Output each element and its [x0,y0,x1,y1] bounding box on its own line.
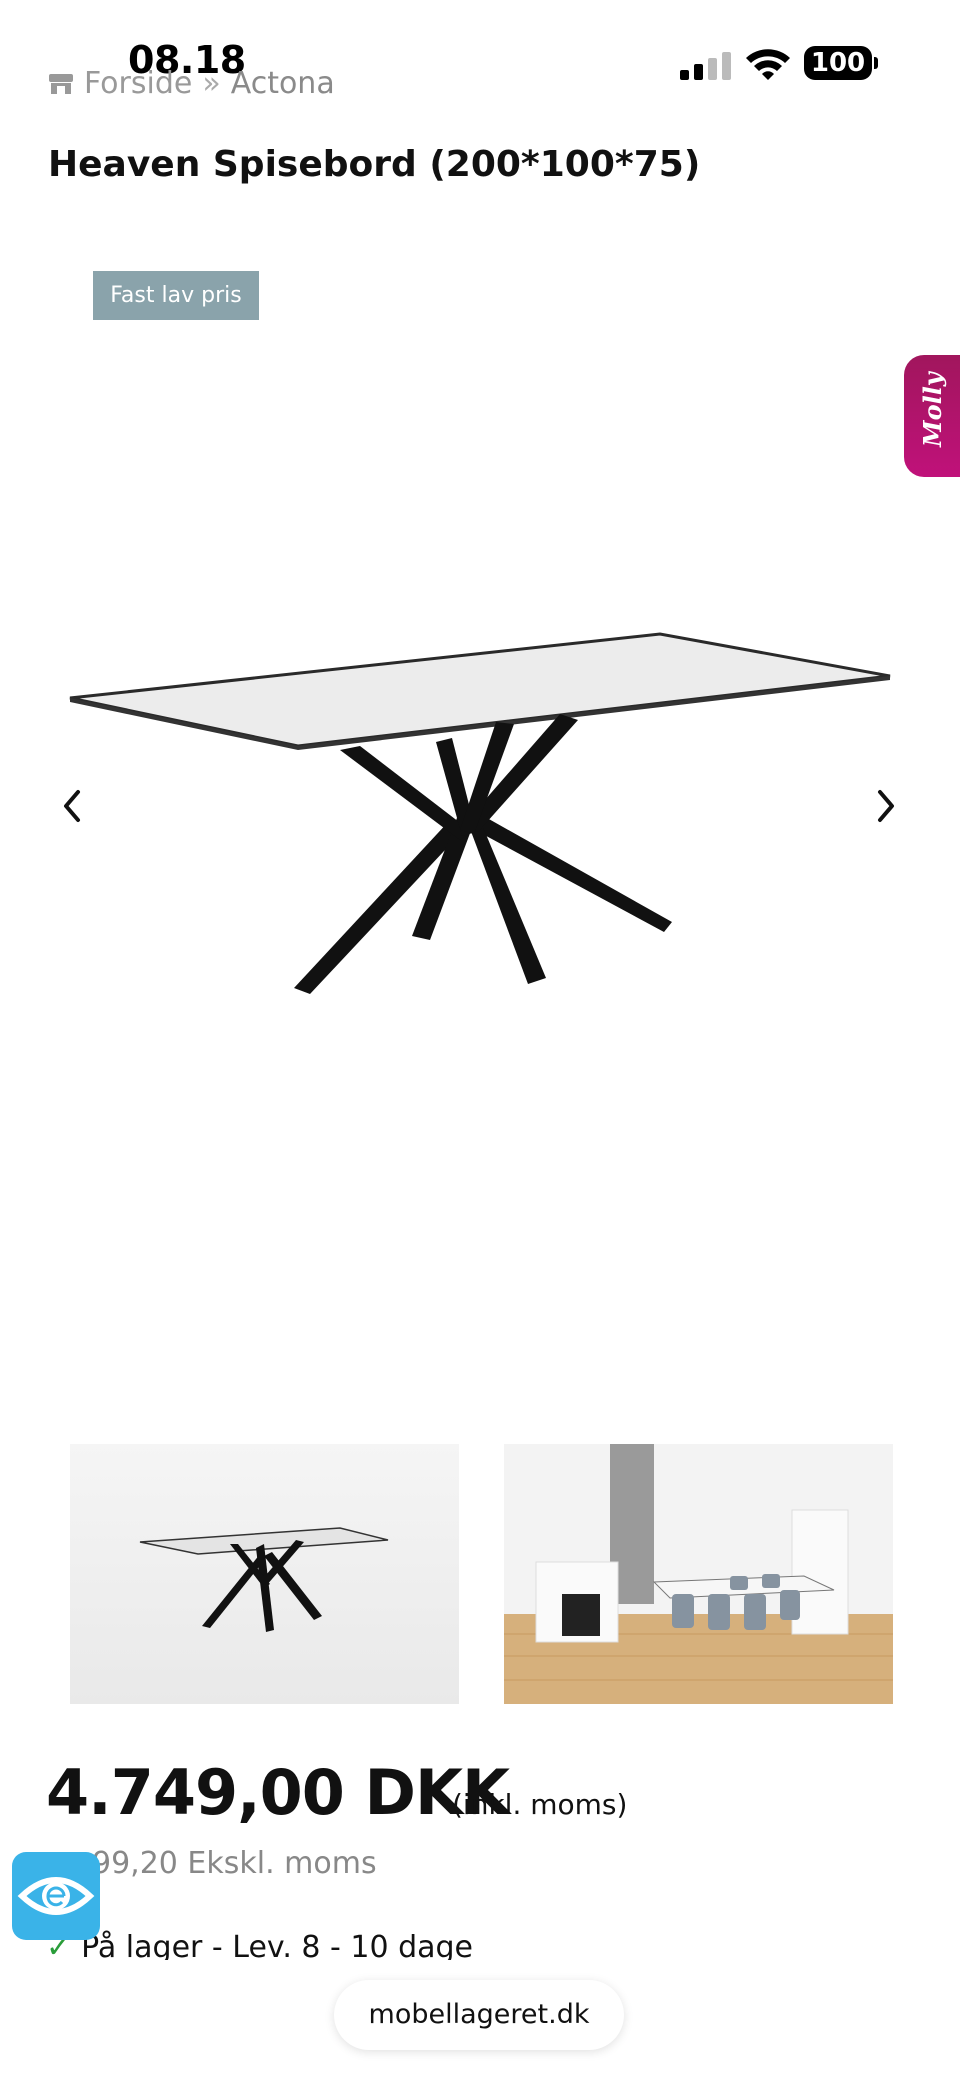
price-vat-note: (inkl. moms) [452,1788,628,1821]
breadcrumb-current[interactable]: Actona [231,66,335,101]
thumbnail-room-image [504,1444,893,1704]
price-excl-vat: 99,20 Ekskl. moms [92,1846,377,1881]
gallery-thumbnail[interactable] [504,1444,893,1704]
battery-tip [874,57,878,69]
thumbnail-table-image [139,1527,389,1632]
chat-widget-label: Molly [918,372,947,447]
accessibility-button[interactable] [12,1852,100,1940]
eye-icon [17,1877,95,1915]
product-price: 4.749,00 DKK [46,1756,510,1829]
signal-icon [680,52,731,80]
chevron-left-icon[interactable] [54,786,94,826]
gallery-thumbnail[interactable] [70,1444,459,1704]
stock-status: ✓ På lager - Lev. 8 - 10 dage [46,1930,473,1960]
store-icon [49,73,73,94]
breadcrumb: Forside » Actona [48,66,335,101]
price-badge: Fast lav pris [93,271,259,320]
breadcrumb-separator: » [202,66,221,101]
product-title: Heaven Spisebord (200*100*75) [48,144,701,185]
chat-widget-button[interactable]: Molly [904,355,960,477]
battery-indicator: 100 [804,46,872,80]
chevron-right-icon[interactable] [864,786,904,826]
breadcrumb-home-link[interactable]: Forside [84,66,192,101]
browser-url-bar[interactable]: mobellageret.dk [334,1980,624,2050]
wifi-icon [746,49,790,80]
product-main-image[interactable] [60,610,900,1010]
stock-status-text: På lager - Lev. 8 - 10 dage [81,1930,474,1960]
